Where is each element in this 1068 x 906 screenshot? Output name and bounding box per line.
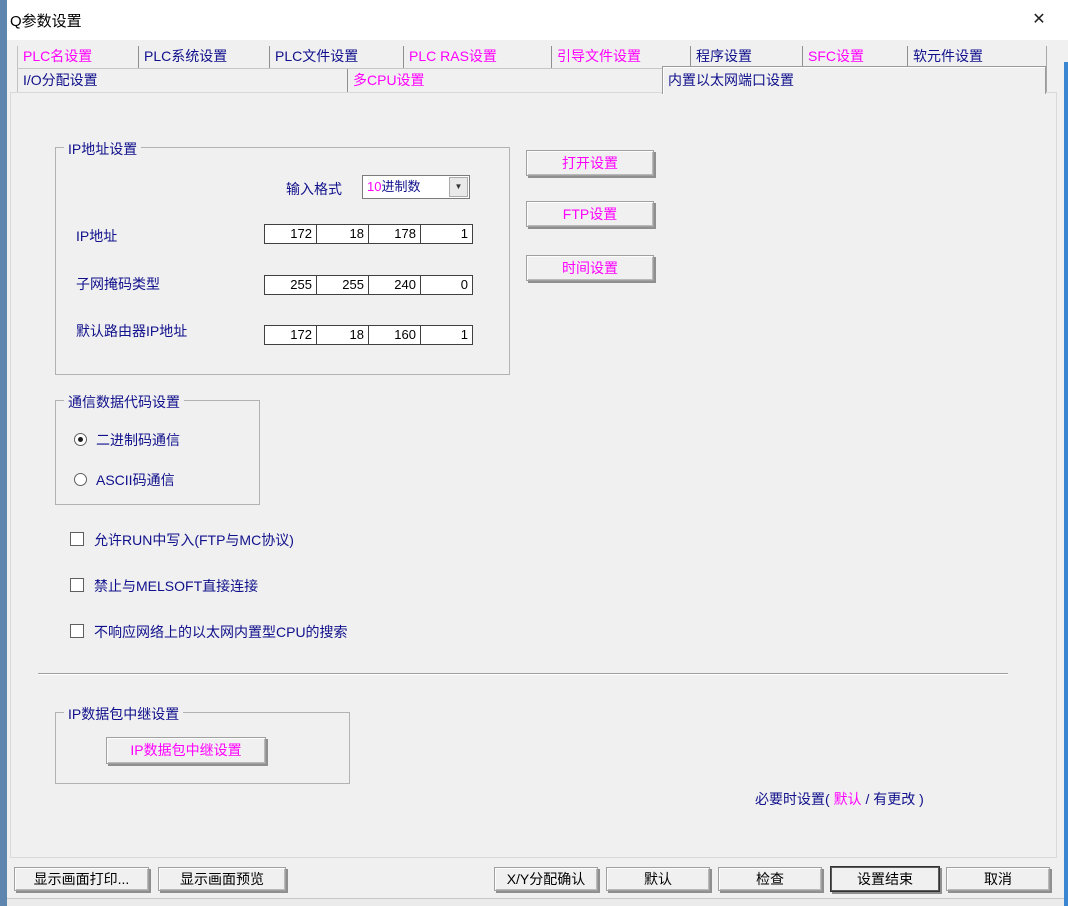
ip-address-label: IP地址 <box>76 226 117 246</box>
subnet-mask-octet-1[interactable]: 255 <box>264 275 317 295</box>
input-format-value-suffix: 进制数 <box>381 179 420 194</box>
input-format-select[interactable]: 10进制数 ▼ <box>362 175 470 199</box>
ip-address-octet-3[interactable]: 178 <box>368 224 421 244</box>
note-suffix: ) <box>919 791 924 807</box>
default-router-ip-input: 172 18 160 1 <box>264 325 473 345</box>
default-router-octet-3[interactable]: 160 <box>368 325 421 345</box>
radio-binary-code-comm-label: 二进制码通信 <box>96 430 180 450</box>
ip-address-octet-2[interactable]: 18 <box>316 224 369 244</box>
radio-ascii-code-comm[interactable] <box>74 473 87 486</box>
chevron-down-icon[interactable]: ▼ <box>449 177 468 197</box>
checkbox-allow-run-write-label: 允许RUN中写入(FTP与MC协议) <box>94 530 294 550</box>
cancel-button[interactable]: 取消 <box>946 867 1050 891</box>
default-router-octet-4[interactable]: 1 <box>420 325 473 345</box>
note-changed-label: 有更改 <box>873 791 915 807</box>
tab-plc-file-settings[interactable]: PLC文件设置 <box>269 46 403 68</box>
tab-sfc-settings[interactable]: SFC设置 <box>802 46 907 68</box>
checkbox-no-response-cpu-search-label: 不响应网络上的以太网内置型CPU的搜索 <box>94 622 348 642</box>
required-settings-note: 必要时设置( 默认 / 有更改 ) <box>755 789 924 809</box>
xy-assignment-confirm-button[interactable]: X/Y分配确认 <box>494 867 598 891</box>
radio-binary-code-comm[interactable] <box>74 433 87 446</box>
tab-multi-cpu-settings[interactable]: 多CPU设置 <box>347 69 662 92</box>
tab-io-assignment-settings[interactable]: I/O分配设置 <box>17 69 347 92</box>
preview-screen-button[interactable]: 显示画面预览 <box>158 867 286 891</box>
tab-plc-ras-settings[interactable]: PLC RAS设置 <box>403 46 551 68</box>
window-left-edge <box>0 0 7 906</box>
subnet-mask-label: 子网掩码类型 <box>76 274 160 294</box>
open-settings-button[interactable]: 打开设置 <box>526 150 654 176</box>
default-router-octet-1[interactable]: 172 <box>264 325 317 345</box>
print-screen-button[interactable]: 显示画面打印... <box>14 867 149 891</box>
check-button[interactable]: 检查 <box>718 867 822 891</box>
group-ip-address-settings: IP地址设置 输入格式 10进制数 ▼ IP地址 172 18 178 1 子网… <box>55 147 510 375</box>
tab-plc-name-settings[interactable]: PLC名设置 <box>17 46 138 68</box>
input-format-value-prefix: 10 <box>367 179 381 194</box>
tab-plc-system-settings[interactable]: PLC系统设置 <box>138 46 269 68</box>
subnet-mask-input: 255 255 240 0 <box>264 275 473 295</box>
checkbox-disable-melsoft-connection[interactable] <box>70 578 84 592</box>
tab-device-settings[interactable]: 软元件设置 <box>907 46 1046 68</box>
tab-boot-file-settings[interactable]: 引导文件设置 <box>551 46 690 68</box>
checkbox-allow-run-write[interactable] <box>70 532 84 546</box>
dialog-title: Q参数设置 <box>10 10 82 31</box>
input-format-label: 输入格式 <box>286 179 342 199</box>
group-ip-packet-relay-title: IP数据包中继设置 <box>64 704 183 724</box>
group-comm-data-code-settings: 通信数据代码设置 二进制码通信 ASCII码通信 <box>55 400 260 505</box>
window-bottom-edge <box>7 898 1064 906</box>
close-icon[interactable]: ✕ <box>1026 8 1052 32</box>
ip-address-octet-1[interactable]: 172 <box>264 224 317 244</box>
default-router-octet-2[interactable]: 18 <box>316 325 369 345</box>
radio-ascii-code-comm-label: ASCII码通信 <box>96 470 175 490</box>
ip-packet-relay-settings-button[interactable]: IP数据包中继设置 <box>106 737 266 764</box>
ftp-settings-button[interactable]: FTP设置 <box>526 201 654 227</box>
group-comm-data-code-title: 通信数据代码设置 <box>64 392 184 412</box>
tab-strip-right-edge <box>1046 46 1047 92</box>
checkbox-no-response-cpu-search[interactable] <box>70 624 84 638</box>
subnet-mask-octet-3[interactable]: 240 <box>368 275 421 295</box>
default-button[interactable]: 默认 <box>606 867 710 891</box>
window-right-edge <box>1064 62 1068 906</box>
note-prefix: 必要时设置( <box>755 791 830 807</box>
subnet-mask-octet-4[interactable]: 0 <box>420 275 473 295</box>
group-ip-address-settings-title: IP地址设置 <box>64 139 141 159</box>
title-bar: Q参数设置 ✕ <box>0 0 1068 40</box>
ip-address-input: 172 18 178 1 <box>264 224 473 244</box>
section-divider <box>38 673 1008 675</box>
note-default-label: 默认 <box>834 791 862 807</box>
tab-program-settings[interactable]: 程序设置 <box>690 46 802 68</box>
tab-built-in-ethernet-port-settings[interactable]: 内置以太网端口设置 <box>662 66 1046 94</box>
group-ip-packet-relay-settings: IP数据包中继设置 IP数据包中继设置 <box>55 712 350 784</box>
input-format-value: 10进制数 <box>367 178 420 196</box>
time-settings-button[interactable]: 时间设置 <box>526 255 654 281</box>
dialog-q-parameter-settings: Q参数设置 ✕ PLC名设置 PLC系统设置 PLC文件设置 PLC RAS设置… <box>0 0 1068 906</box>
ip-address-octet-4[interactable]: 1 <box>420 224 473 244</box>
checkbox-disable-melsoft-connection-label: 禁止与MELSOFT直接连接 <box>94 576 258 596</box>
end-settings-button[interactable]: 设置结束 <box>830 866 940 892</box>
subnet-mask-octet-2[interactable]: 255 <box>316 275 369 295</box>
default-router-ip-label: 默认路由器IP地址 <box>76 321 187 341</box>
